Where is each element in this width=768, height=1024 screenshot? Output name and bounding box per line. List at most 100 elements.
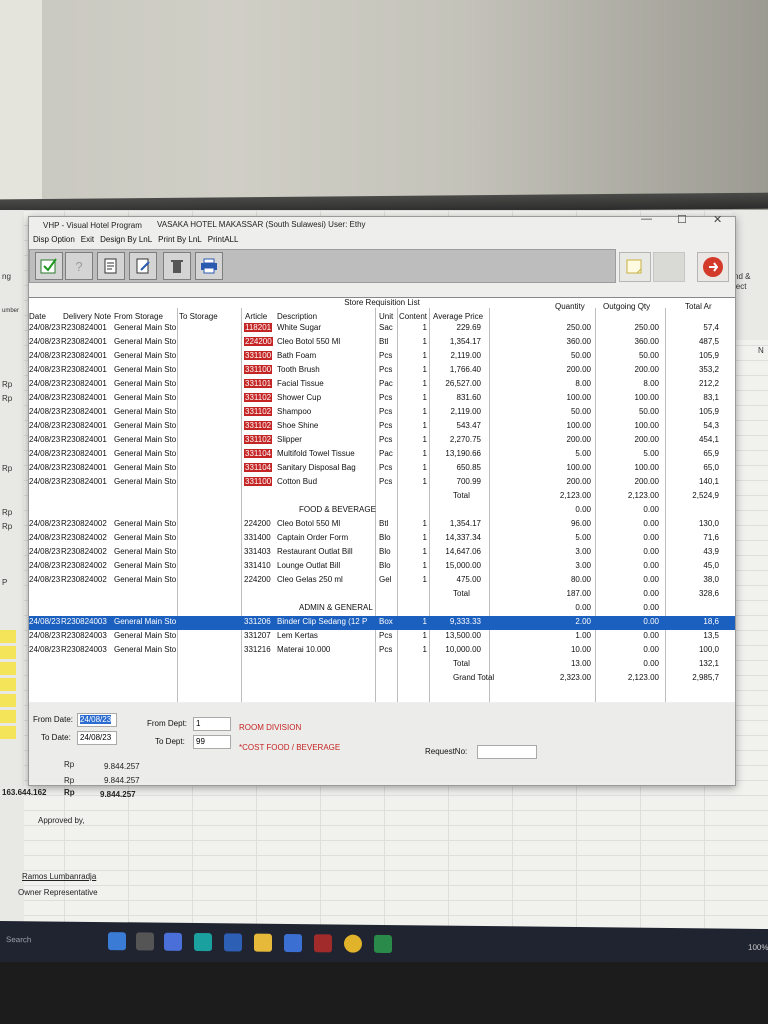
table-row[interactable]: 24/08/23 R230824001 General Main Sto 331100… xyxy=(29,476,735,490)
table-row[interactable]: 24/08/23 R230824001 General Main Sto 331100… xyxy=(29,350,735,364)
table-row[interactable]: 24/08/23 R230824001 General Main Sto 331104… xyxy=(29,462,735,476)
row-date: 24/08/23 xyxy=(29,617,61,626)
row-quantity: 200.00 xyxy=(566,435,591,444)
row-article: 331216 xyxy=(244,645,271,654)
from-date-input[interactable]: 24/08/23 xyxy=(77,713,117,727)
table-row[interactable]: 24/08/23 R230824003 General Main Sto 331207… xyxy=(29,630,735,644)
menu-design-by-lnl[interactable]: Design By LnL xyxy=(100,235,152,247)
header-average-price[interactable]: Average Price xyxy=(433,312,483,321)
header-description[interactable]: Description xyxy=(277,312,317,321)
request-no-input[interactable] xyxy=(477,745,537,759)
table-row[interactable]: 24/08/23 R230824001 General Main Sto 331102… xyxy=(29,406,735,420)
table-row[interactable]: Total 13.00 0.00 132,1 xyxy=(29,658,735,672)
table-row[interactable]: 24/08/23 R230824002 General Main Sto 224200… xyxy=(29,574,735,588)
table-row[interactable]: 24/08/23 R230824002 General Main Sto 224200… xyxy=(29,518,735,532)
row-total: 487,5 xyxy=(698,337,719,346)
notes-icon[interactable] xyxy=(619,252,651,282)
header-to-storage[interactable]: To Storage xyxy=(179,312,218,321)
sheet-highlight-cell xyxy=(0,678,16,691)
row-average-price: 10,000.00 xyxy=(445,645,481,654)
row-unit: Gel xyxy=(379,575,392,584)
edit-document-icon[interactable] xyxy=(129,252,157,280)
row-description: Binder Clip Sedang (12 P xyxy=(277,617,368,626)
table-row[interactable]: 24/08/23 R230824001 General Main Sto 331100… xyxy=(29,364,735,378)
row-outgoing-qty: 360.00 xyxy=(634,337,659,346)
table-row[interactable]: 24/08/23 R230824002 General Main Sto 331410… xyxy=(29,560,735,574)
table-row[interactable]: 24/08/23 R230824001 General Main Sto 331102… xyxy=(29,434,735,448)
table-row[interactable]: Total 2,123.00 2,123.00 2,524,9 xyxy=(29,490,735,504)
menu-disp-option[interactable]: Disp Option xyxy=(33,235,75,247)
vhp-taskbar-icon[interactable] xyxy=(314,934,332,953)
table-row[interactable]: 24/08/23 R230824002 General Main Sto 331400… xyxy=(29,532,735,546)
browser-icon[interactable] xyxy=(108,932,126,951)
row-average-price: 9,333.33 xyxy=(449,617,481,626)
table-row[interactable]: 24/08/23 R230824001 General Main Sto 331102… xyxy=(29,392,735,406)
table-row[interactable]: FOOD & BEVERAGE 0.00 0.00 xyxy=(29,504,735,518)
chrome-icon[interactable] xyxy=(344,934,362,953)
store-icon[interactable] xyxy=(284,933,302,953)
close-icon[interactable]: ✕ xyxy=(713,213,722,226)
row-quantity: 100.00 xyxy=(566,393,591,402)
row-average-price: 475.00 xyxy=(456,575,481,584)
row-date: 24/08/23 xyxy=(29,351,61,360)
row-delivery-note: R230824003 xyxy=(61,631,107,640)
chat-icon[interactable] xyxy=(164,932,182,951)
row-article: 224200 xyxy=(244,575,271,584)
edge-icon[interactable] xyxy=(194,933,212,952)
requisition-list[interactable]: Store Requisition List Date Delivery Not… xyxy=(29,297,735,702)
header-unit[interactable]: Unit xyxy=(379,312,393,321)
header-content[interactable]: Content xyxy=(399,312,427,321)
row-content: 1 xyxy=(422,393,427,402)
header-article[interactable]: Article xyxy=(245,312,267,321)
row-outgoing-qty: 0.00 xyxy=(643,561,659,570)
row-from-storage: General Main Sto xyxy=(114,463,177,472)
taskbar-search[interactable]: Search xyxy=(6,935,31,944)
from-dept-input[interactable]: 1 xyxy=(193,717,231,731)
header-delivery-note[interactable]: Delivery Note xyxy=(63,312,111,321)
row-description: Restaurant Outlat Bill xyxy=(277,547,353,556)
to-date-input[interactable]: 24/08/23 xyxy=(77,731,117,745)
header-outgoing-qty[interactable]: Outgoing Qty xyxy=(603,302,650,311)
sheet-fragment: nd & xyxy=(734,272,751,281)
menu-print-by-lnl[interactable]: Print By LnL xyxy=(158,235,202,247)
excel-icon[interactable] xyxy=(374,934,392,954)
print-icon[interactable] xyxy=(195,252,223,280)
folder-icon[interactable] xyxy=(254,933,272,952)
row-date: 24/08/23 xyxy=(29,393,61,402)
header-date[interactable]: Date xyxy=(29,312,46,321)
new-document-icon[interactable] xyxy=(97,252,125,280)
minimize-icon[interactable]: — xyxy=(641,213,652,225)
table-row[interactable]: 24/08/23 R230824003 General Main Sto 331216… xyxy=(29,644,735,658)
menu-exit[interactable]: Exit xyxy=(81,235,94,247)
exit-icon[interactable] xyxy=(697,252,729,282)
table-row[interactable]: 24/08/23 R230824003 General Main Sto 331206… xyxy=(29,616,735,630)
row-content: 1 xyxy=(422,533,427,542)
check-icon[interactable] xyxy=(35,252,63,280)
table-row[interactable]: ADMIN & GENERAL 0.00 0.00 xyxy=(29,602,735,616)
table-row[interactable]: Grand Total 2,323.00 2,123.00 2,985,7 xyxy=(29,672,735,686)
maximize-icon[interactable]: ☐ xyxy=(677,213,687,226)
help-icon[interactable]: ? xyxy=(65,252,93,280)
row-from-storage: General Main Sto xyxy=(114,337,177,346)
table-row[interactable]: 24/08/23 R230824001 General Main Sto 331101… xyxy=(29,378,735,392)
row-date: 24/08/23 xyxy=(29,561,61,570)
row-description: Captain Order Form xyxy=(277,533,349,542)
row-outgoing-qty: 8.00 xyxy=(643,379,659,388)
row-description: Cleo Botol 550 Ml xyxy=(277,337,341,346)
app-icon[interactable] xyxy=(136,932,154,951)
table-row[interactable]: 24/08/23 R230824002 General Main Sto 331403… xyxy=(29,546,735,560)
table-row[interactable]: Total 187.00 0.00 328,6 xyxy=(29,588,735,602)
menu-print-all[interactable]: PrintALL xyxy=(208,235,239,247)
mail-icon[interactable] xyxy=(224,933,242,952)
table-row[interactable]: 24/08/23 R230824001 General Main Sto 331102… xyxy=(29,420,735,434)
header-quantity[interactable]: Quantity xyxy=(555,302,585,311)
table-row[interactable]: 24/08/23 R230824001 General Main Sto 118201… xyxy=(29,322,735,336)
header-from-storage[interactable]: From Storage xyxy=(114,312,163,321)
row-total: 71,6 xyxy=(703,533,719,542)
delete-icon[interactable] xyxy=(163,252,191,280)
table-row[interactable]: 24/08/23 R230824001 General Main Sto 224200… xyxy=(29,336,735,350)
header-total[interactable]: Total Ar xyxy=(685,302,712,311)
row-outgoing-qty: 0.00 xyxy=(643,519,659,528)
table-row[interactable]: 24/08/23 R230824001 General Main Sto 331104… xyxy=(29,448,735,462)
to-dept-input[interactable]: 99 xyxy=(193,735,231,749)
